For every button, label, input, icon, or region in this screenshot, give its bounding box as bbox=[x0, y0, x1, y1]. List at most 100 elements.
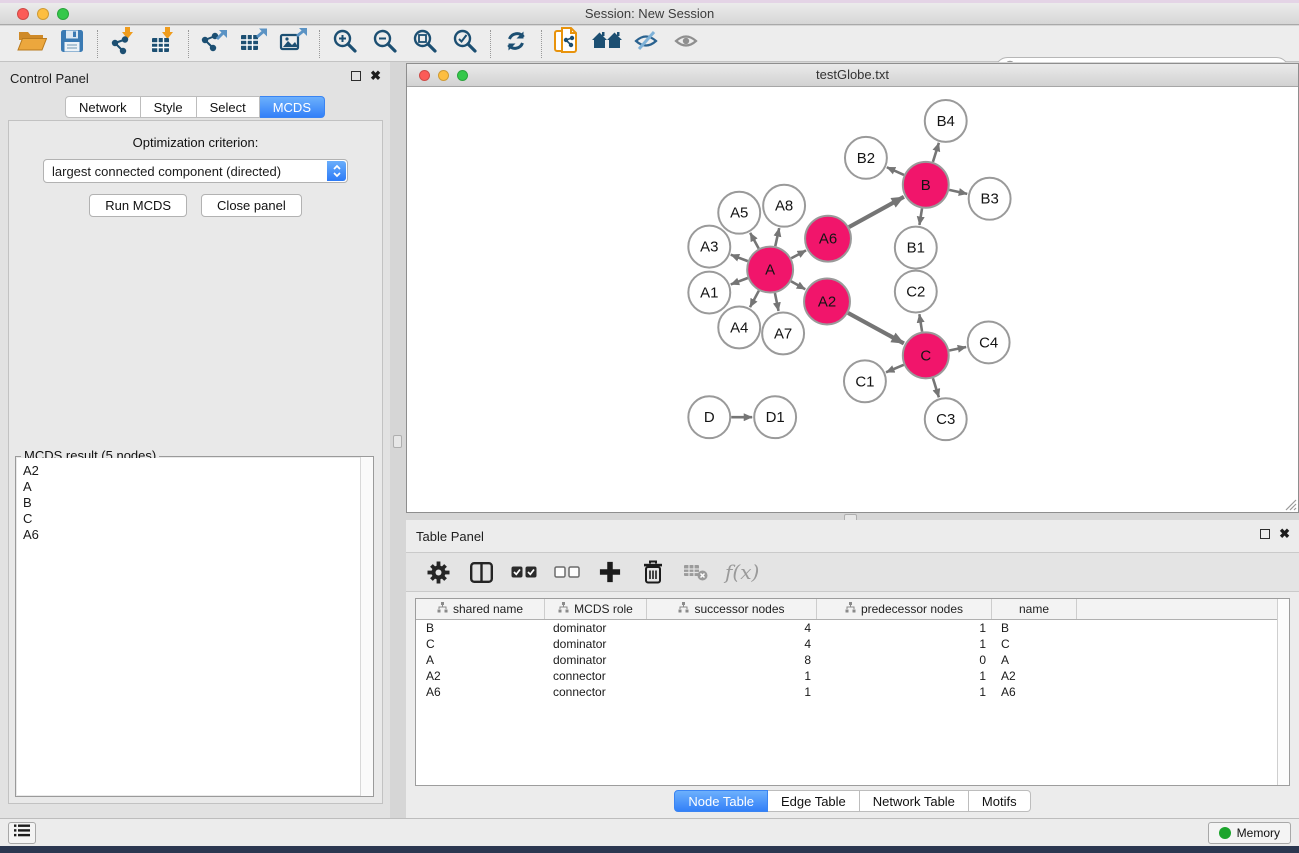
column-header-name[interactable]: name bbox=[992, 599, 1077, 619]
graph-node-A5[interactable]: A5 bbox=[718, 192, 760, 234]
mcds-result-list[interactable]: A2ABCA6 bbox=[17, 458, 372, 795]
float-panel-icon[interactable] bbox=[351, 71, 361, 81]
window-titlebar[interactable]: Session: New Session bbox=[0, 3, 1299, 25]
zoom-window-button[interactable] bbox=[57, 8, 69, 20]
graph-edge-A6-B[interactable] bbox=[849, 197, 904, 227]
export-network-button[interactable] bbox=[194, 28, 234, 60]
table-row[interactable]: Cdominator41C bbox=[416, 636, 1289, 652]
graph-edge-A-A8[interactable] bbox=[775, 228, 779, 246]
graph-node-B[interactable]: B bbox=[903, 162, 949, 208]
cell[interactable]: 1 bbox=[817, 669, 992, 683]
cell[interactable]: 1 bbox=[647, 685, 817, 699]
zoom-in-button[interactable] bbox=[325, 28, 365, 60]
cell[interactable]: 4 bbox=[647, 637, 817, 651]
save-session-button[interactable] bbox=[52, 28, 92, 60]
graph-node-D1[interactable]: D1 bbox=[754, 396, 796, 438]
open-session-button[interactable] bbox=[12, 28, 52, 60]
graph-edge-C-C4[interactable] bbox=[949, 347, 966, 350]
add-row-button[interactable] bbox=[596, 558, 624, 586]
cell[interactable]: A2 bbox=[992, 669, 1077, 683]
cell[interactable]: connector bbox=[545, 685, 647, 699]
function-builder-button[interactable]: f(x) bbox=[725, 560, 759, 584]
table-tab-edge-table[interactable]: Edge Table bbox=[768, 790, 860, 812]
result-list-scrollbar[interactable] bbox=[360, 457, 373, 796]
graph-node-A3[interactable]: A3 bbox=[688, 226, 730, 268]
cell[interactable]: A bbox=[416, 653, 545, 667]
table-tab-node-table[interactable]: Node Table bbox=[674, 790, 768, 812]
graph-node-C4[interactable]: C4 bbox=[968, 321, 1010, 363]
graph-node-C1[interactable]: C1 bbox=[844, 360, 886, 402]
export-table-button[interactable] bbox=[234, 28, 274, 60]
table-tab-network-table[interactable]: Network Table bbox=[860, 790, 969, 812]
window-resize-grip[interactable] bbox=[1282, 496, 1297, 511]
cell[interactable]: dominator bbox=[545, 621, 647, 635]
column-header-predecessor-nodes[interactable]: predecessor nodes bbox=[817, 599, 992, 619]
split-grip[interactable] bbox=[393, 435, 402, 448]
close-window-button[interactable] bbox=[17, 8, 29, 20]
task-history-button[interactable] bbox=[8, 822, 36, 844]
column-header-successor-nodes[interactable]: successor nodes bbox=[647, 599, 817, 619]
cell[interactable]: A6 bbox=[992, 685, 1077, 699]
cell[interactable]: 8 bbox=[647, 653, 817, 667]
table-row[interactable]: Adominator80A bbox=[416, 652, 1289, 668]
graph-node-C[interactable]: C bbox=[903, 332, 949, 378]
tab-network[interactable]: Network bbox=[65, 96, 141, 118]
graph-node-A6[interactable]: A6 bbox=[805, 216, 851, 262]
close-panel-icon[interactable]: ✖ bbox=[1279, 529, 1290, 539]
minimize-window-button[interactable] bbox=[37, 8, 49, 20]
graph-edge-A-A7[interactable] bbox=[775, 293, 779, 311]
home-overview-button[interactable] bbox=[587, 28, 627, 60]
graph-node-B3[interactable]: B3 bbox=[969, 178, 1011, 220]
cell[interactable]: A bbox=[992, 653, 1077, 667]
graph-edge-A2-C[interactable] bbox=[848, 313, 904, 343]
graph-node-B2[interactable]: B2 bbox=[845, 137, 887, 179]
cell[interactable]: 1 bbox=[817, 637, 992, 651]
graph-node-B1[interactable]: B1 bbox=[895, 227, 937, 269]
criterion-dropdown[interactable]: largest connected component (directed) bbox=[43, 159, 348, 183]
show-graphics-details-button[interactable] bbox=[667, 28, 707, 60]
cell[interactable]: dominator bbox=[545, 637, 647, 651]
graph-edge-A-A2[interactable] bbox=[791, 281, 805, 289]
cell[interactable]: 0 bbox=[817, 653, 992, 667]
zoom-out-button[interactable] bbox=[365, 28, 405, 60]
table-options-button[interactable] bbox=[424, 558, 452, 586]
close-panel-icon[interactable]: ✖ bbox=[370, 71, 381, 81]
cell[interactable]: 1 bbox=[817, 685, 992, 699]
graph-edge-A-A3[interactable] bbox=[731, 255, 748, 261]
cell[interactable]: A2 bbox=[416, 669, 545, 683]
graph-node-A7[interactable]: A7 bbox=[762, 312, 804, 354]
show-column-button[interactable] bbox=[467, 558, 495, 586]
mcds-result-item-c[interactable]: C bbox=[17, 511, 372, 527]
graph-node-A4[interactable]: A4 bbox=[718, 306, 760, 348]
cell[interactable]: 1 bbox=[647, 669, 817, 683]
network-minimize-button[interactable] bbox=[438, 70, 449, 81]
mcds-result-item-a[interactable]: A bbox=[17, 479, 372, 495]
import-network-button[interactable] bbox=[103, 28, 143, 60]
table-scrollbar[interactable] bbox=[1277, 599, 1289, 785]
table-row[interactable]: Bdominator41B bbox=[416, 620, 1289, 636]
cell[interactable]: C bbox=[416, 637, 545, 651]
network-close-button[interactable] bbox=[419, 70, 430, 81]
memory-button[interactable]: Memory bbox=[1208, 822, 1291, 844]
select-all-button[interactable] bbox=[510, 558, 538, 586]
cell[interactable]: B bbox=[416, 621, 545, 635]
graph-node-C3[interactable]: C3 bbox=[925, 398, 967, 440]
graph-node-D[interactable]: D bbox=[688, 396, 730, 438]
graph-edge-A-A1[interactable] bbox=[731, 278, 748, 284]
run-mcds-button[interactable]: Run MCDS bbox=[89, 194, 187, 217]
graph-edge-C-C2[interactable] bbox=[919, 314, 922, 332]
tab-mcds[interactable]: MCDS bbox=[260, 96, 325, 118]
float-panel-icon[interactable] bbox=[1260, 529, 1270, 539]
mcds-result-item-b[interactable]: B bbox=[17, 495, 372, 511]
graph-node-C2[interactable]: C2 bbox=[895, 271, 937, 313]
graph-edge-B-B2[interactable] bbox=[887, 167, 904, 175]
table-row[interactable]: A6connector11A6 bbox=[416, 684, 1289, 700]
graph-node-A[interactable]: A bbox=[747, 247, 793, 293]
graph-node-A1[interactable]: A1 bbox=[688, 272, 730, 314]
mcds-result-item-a2[interactable]: A2 bbox=[17, 463, 372, 479]
cell[interactable]: 1 bbox=[817, 621, 992, 635]
refresh-layout-button[interactable] bbox=[496, 28, 536, 60]
delete-table-button[interactable] bbox=[682, 558, 710, 586]
graph-edge-B-B4[interactable] bbox=[933, 143, 939, 162]
export-image-button[interactable] bbox=[274, 28, 314, 60]
